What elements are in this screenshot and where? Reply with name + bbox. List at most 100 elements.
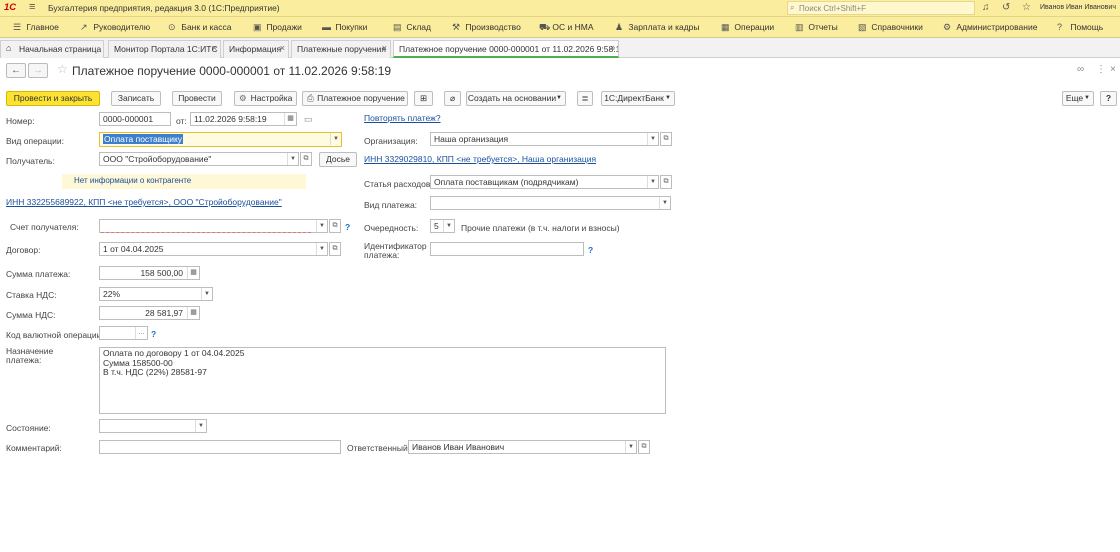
menu-purchases[interactable]: ▬ Покупки (322, 22, 367, 32)
chevron-down-icon[interactable]: ▼ (625, 441, 636, 453)
close-icon[interactable]: × (382, 43, 387, 53)
bell-icon[interactable]: ♫ (982, 2, 990, 13)
print-payment-order-button[interactable]: ⎙ Платежное поручение (302, 91, 408, 106)
calculator-icon[interactable]: ▦ (187, 267, 199, 279)
home-icon: ⌂ (6, 43, 12, 53)
menu-reports[interactable]: ▥ Отчеты (795, 22, 838, 33)
tab-information[interactable]: Информация × (223, 40, 289, 58)
chevron-down-icon[interactable]: ▼ (201, 288, 212, 300)
recipient-inn-link[interactable]: ИНН 332255689922, КПП <не требуется>, ОО… (6, 197, 282, 207)
operation-type-field[interactable]: Оплата поставщику ▼ (99, 132, 342, 147)
sales-icon: ▣ (253, 22, 262, 32)
more-button[interactable]: Еще ▼ (1062, 91, 1094, 106)
menu-catalogs[interactable]: ▧ Справочники (858, 22, 923, 33)
currency-op-code-field[interactable]: … (99, 326, 148, 340)
chevron-down-icon[interactable]: ▼ (443, 220, 454, 232)
purpose-textarea[interactable]: Оплата по договору 1 от 04.04.2025 Сумма… (99, 347, 666, 414)
favorite-star-icon[interactable]: ☆ (57, 62, 68, 76)
back-button[interactable]: ← (6, 63, 26, 78)
attachment-icon[interactable]: ⌀ (444, 91, 461, 106)
create-based-on-button[interactable]: Создать на основании ▼ (466, 91, 566, 106)
menu-production[interactable]: ⚒ Производство (452, 22, 521, 33)
menu-administration[interactable]: ⚙ Администрирование (943, 22, 1037, 33)
contract-field[interactable]: 1 от 04.04.2025 ▼ (99, 242, 328, 256)
open-responsible-icon[interactable]: ⧉ (638, 440, 650, 454)
repeat-payment-link[interactable]: Повторять платеж? (364, 113, 441, 123)
chevron-down-icon[interactable]: ▼ (195, 420, 206, 432)
favorites-star-icon[interactable]: ☆ (1022, 2, 1031, 13)
priority-field[interactable]: 5 ▼ (430, 219, 455, 233)
expense-item-field[interactable]: Оплата поставщикам (подрядчикам) ▼ (430, 175, 659, 189)
reports-icon: ▥ (795, 22, 804, 32)
select-icon[interactable]: … (135, 327, 147, 339)
date-field[interactable]: 11.02.2026 9:58:19 ▦ (190, 112, 297, 126)
calendar-icon[interactable]: ▦ (284, 113, 296, 125)
admin-gear-icon: ⚙ (943, 22, 952, 32)
account-help-icon[interactable]: ? (345, 222, 350, 232)
menu-operations[interactable]: ▦ Операции (721, 22, 774, 33)
list-icon[interactable]: ≣ (577, 91, 593, 106)
calculator-icon[interactable]: ▦ (187, 307, 199, 319)
close-icon[interactable]: × (610, 43, 615, 53)
chevron-down-icon[interactable]: ▼ (647, 133, 658, 145)
settings-button[interactable]: ⚙ Настройка (234, 91, 297, 106)
payment-id-help-icon[interactable]: ? (588, 245, 593, 255)
number-field[interactable]: 0000-000001 (99, 112, 171, 126)
help-button[interactable]: ? (1100, 91, 1117, 106)
chevron-down-icon[interactable]: ▼ (316, 243, 327, 255)
vat-rate-field[interactable]: 22% ▼ (99, 287, 213, 301)
responsible-field[interactable]: Иванов Иван Иванович ▼ (408, 440, 637, 454)
chevron-down-icon[interactable]: ▼ (287, 153, 298, 165)
save-button[interactable]: Записать (111, 91, 161, 106)
global-search-input[interactable]: ⌕ Поиск Ctrl+Shift+F (787, 1, 975, 15)
close-icon[interactable]: × (280, 43, 285, 53)
organization-inn-link[interactable]: ИНН 3329029810, КПП <не требуется>, Наша… (364, 154, 596, 164)
close-icon[interactable]: × (212, 43, 217, 53)
amount-field[interactable]: 158 500,00 ▦ (99, 266, 200, 280)
link-icon[interactable]: ∞ (1077, 64, 1084, 75)
history-icon[interactable]: ↺ (1002, 2, 1010, 13)
open-contract-icon[interactable]: ⧉ (329, 242, 341, 256)
no-contractor-info-link[interactable]: Нет информации о контрагенте (74, 176, 191, 185)
menu-bank[interactable]: ⊙ Банк и касса (168, 22, 231, 33)
close-form-icon[interactable]: × (1110, 64, 1116, 75)
menu-help[interactable]: ? Помощь (1057, 22, 1103, 32)
organization-field[interactable]: Наша организация ▼ (430, 132, 659, 146)
tab-home[interactable]: ⌂ Начальная страница (0, 40, 104, 58)
menu-warehouse[interactable]: ▤ Склад (393, 22, 431, 33)
chevron-down-icon[interactable]: ▼ (316, 220, 327, 232)
user-name[interactable]: Иванов Иван Иванович (1040, 4, 1116, 11)
comment-icon[interactable]: ▭ (304, 114, 313, 125)
directbank-button[interactable]: 1С:ДиректБанк ▼ (601, 91, 675, 106)
open-expense-item-icon[interactable]: ⧉ (660, 175, 672, 189)
tab-its-monitor[interactable]: Монитор Портала 1С:ИТС × (108, 40, 221, 58)
vat-amount-field[interactable]: 28 581,97 ▦ (99, 306, 200, 320)
menu-director[interactable]: ↗ Руководителю (80, 22, 150, 33)
forward-button[interactable]: → (28, 63, 48, 78)
post-button[interactable]: Провести (172, 91, 222, 106)
comment-field[interactable] (99, 440, 341, 454)
chevron-down-icon[interactable]: ▼ (659, 197, 670, 209)
tab-payment-order[interactable]: Платежное поручение 0000-000001 от 11.02… (393, 40, 619, 58)
recipient-account-field[interactable]: ▼ (99, 219, 328, 233)
more-options-icon[interactable]: ⋮ (1096, 64, 1106, 75)
state-field[interactable]: ▼ (99, 419, 207, 433)
structure-icon[interactable]: ⊞ (414, 91, 433, 106)
open-recipient-icon[interactable]: ⧉ (300, 152, 312, 166)
open-organization-icon[interactable]: ⧉ (660, 132, 672, 146)
menu-fixed-assets[interactable]: ⛟ ОС и НМА (539, 22, 594, 34)
chevron-down-icon[interactable]: ▼ (647, 176, 658, 188)
payment-id-field[interactable] (430, 242, 584, 256)
post-and-close-button[interactable]: Провести и закрыть (6, 91, 100, 106)
menu-sales[interactable]: ▣ Продажи (253, 22, 302, 33)
main-menu-icon[interactable]: ≡ (29, 1, 35, 13)
menu-main[interactable]: ☰ Главное (13, 22, 59, 33)
dossier-button[interactable]: Досье (319, 152, 357, 167)
tab-payment-orders[interactable]: Платежные поручения × (291, 40, 391, 58)
currency-op-help-icon[interactable]: ? (151, 329, 156, 339)
chevron-down-icon[interactable]: ▼ (330, 133, 341, 145)
menu-salary[interactable]: ♟ Зарплата и кадры (615, 22, 700, 33)
payment-kind-field[interactable]: ▼ (430, 196, 671, 210)
recipient-field[interactable]: ООО "Стройоборудование" ▼ (99, 152, 299, 166)
open-account-icon[interactable]: ⧉ (329, 219, 341, 233)
